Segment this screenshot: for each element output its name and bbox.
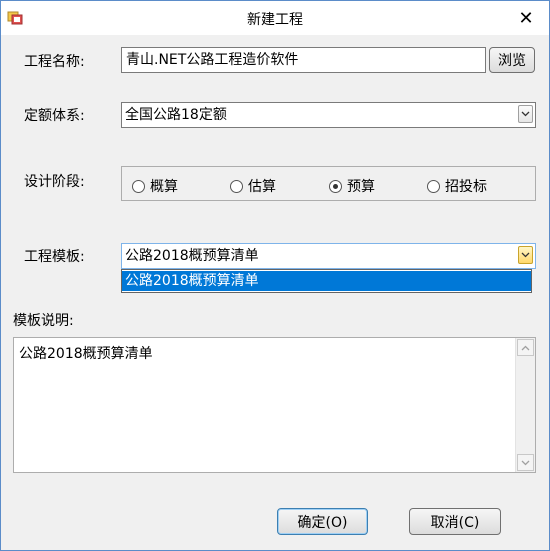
- quota-system-label: 定额体系:: [24, 108, 85, 124]
- chevron-down-icon[interactable]: [518, 246, 533, 264]
- radio-bidding[interactable]: 招投标: [427, 176, 487, 196]
- quota-system-value: 全国公路18定额: [125, 107, 227, 123]
- close-icon: ✕: [518, 7, 534, 29]
- cancel-button[interactable]: 取消(C): [409, 508, 501, 535]
- radio-circle: [132, 179, 145, 193]
- radio-label: 招投标: [445, 179, 487, 195]
- scroll-down-button[interactable]: [517, 454, 534, 471]
- radio-estimate[interactable]: 估算: [230, 176, 276, 196]
- template-option[interactable]: 公路2018概预算清单: [122, 271, 531, 291]
- ok-button[interactable]: 确定(O): [277, 508, 368, 535]
- radio-circle: [427, 179, 440, 193]
- template-value: 公路2018概预算清单: [125, 248, 259, 264]
- project-name-input[interactable]: 青山.NET公路工程造价软件: [121, 47, 486, 73]
- scroll-up-button[interactable]: [517, 339, 534, 356]
- scroll-down-icon: [521, 460, 530, 465]
- chevron-down-icon[interactable]: [518, 105, 533, 123]
- radio-label: 估算: [248, 179, 276, 195]
- design-stage-label: 设计阶段:: [24, 174, 85, 190]
- template-desc-text: 公路2018概预算清单: [19, 346, 153, 362]
- radio-estimate-rough[interactable]: 概算: [132, 176, 178, 196]
- radio-circle-checked: [329, 179, 342, 193]
- vertical-scrollbar[interactable]: [515, 338, 535, 472]
- design-stage-radio-group: 概算 估算 预算 招投标: [121, 166, 536, 201]
- scroll-up-icon: [521, 345, 530, 350]
- title-bar: 新建工程 ✕: [1, 1, 549, 35]
- radio-budget[interactable]: 预算: [329, 176, 375, 196]
- radio-circle: [230, 179, 243, 193]
- radio-label: 预算: [347, 179, 375, 195]
- template-dropdown-list: 公路2018概预算清单: [121, 269, 532, 293]
- project-name-label: 工程名称:: [24, 54, 85, 70]
- browse-button[interactable]: 浏览: [489, 47, 535, 73]
- template-desc-textarea[interactable]: 公路2018概预算清单: [13, 337, 536, 473]
- template-label: 工程模板:: [24, 249, 85, 265]
- close-button[interactable]: ✕: [503, 1, 549, 35]
- radio-label: 概算: [150, 179, 178, 195]
- template-select[interactable]: 公路2018概预算清单: [121, 243, 536, 269]
- template-desc-label: 模板说明:: [13, 313, 74, 329]
- new-project-dialog: 新建工程 ✕ 工程名称: 青山.NET公路工程造价软件 浏览 定额体系: 全国公…: [0, 0, 550, 551]
- window-title: 新建工程: [247, 12, 303, 28]
- quota-system-select[interactable]: 全国公路18定额: [121, 102, 536, 128]
